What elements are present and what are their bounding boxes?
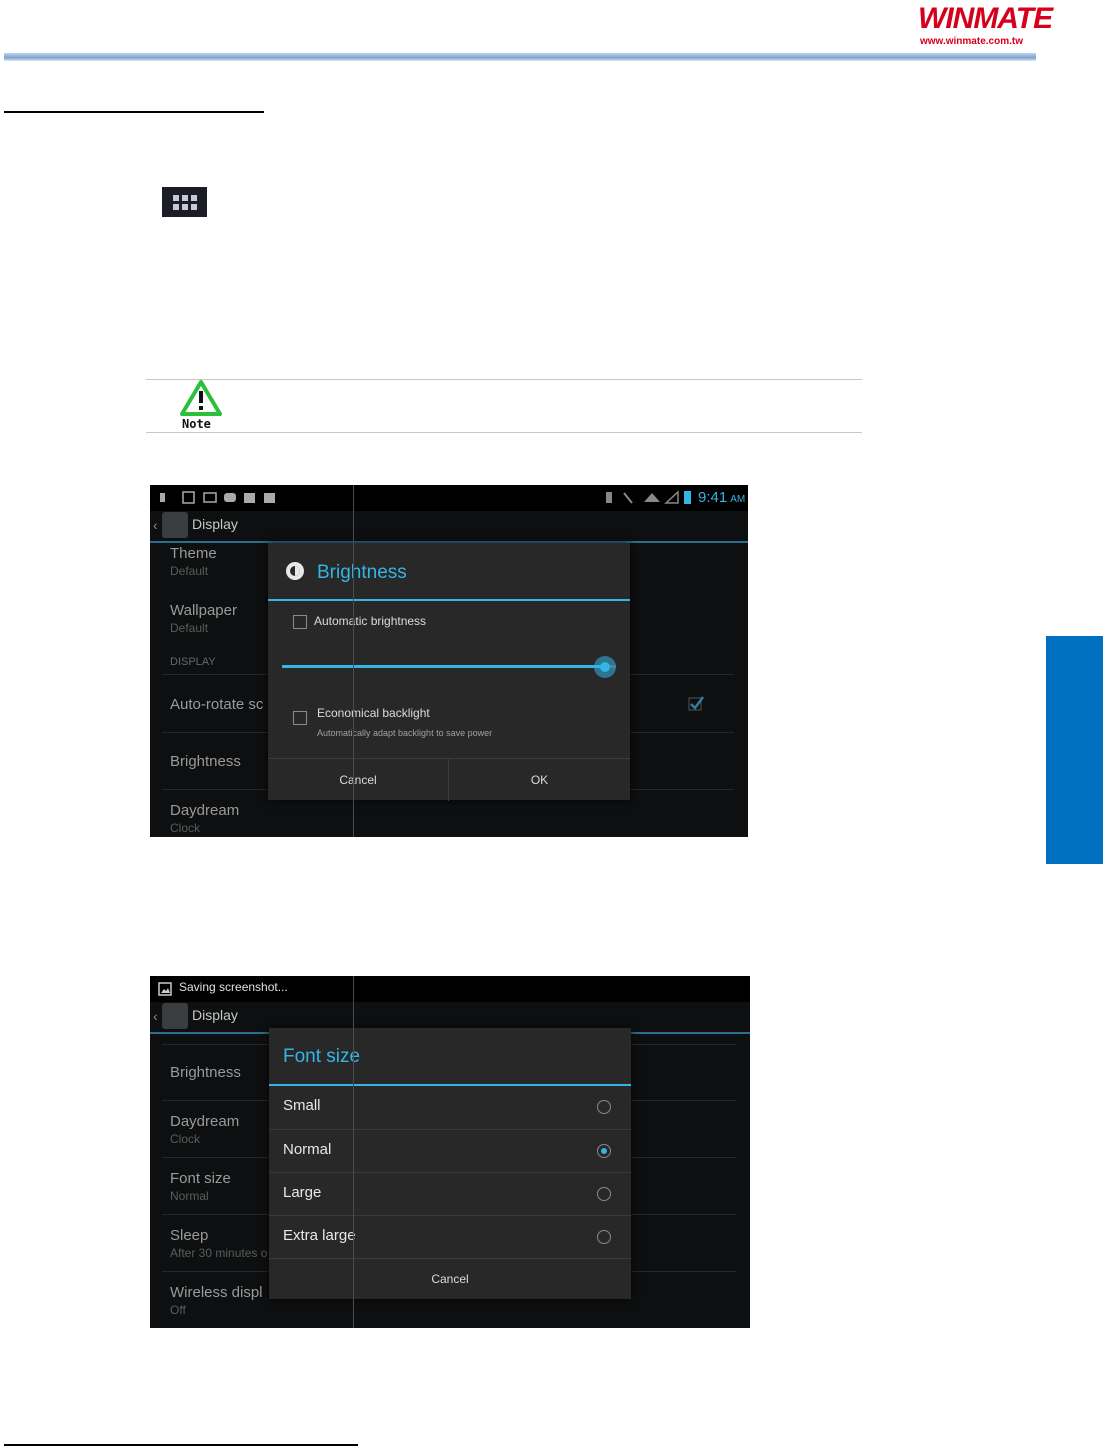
automatic-brightness-checkbox[interactable] [293, 615, 307, 629]
app-drawer-icon [162, 187, 207, 217]
note-rule-bottom [146, 432, 862, 433]
status-time: 9:41 AM [698, 489, 746, 506]
status-bar: Saving screenshot... [150, 976, 750, 1002]
system-status-icons [606, 490, 691, 504]
setting-daydream[interactable]: Daydream Clock [170, 1113, 239, 1146]
radio-small[interactable] [597, 1100, 611, 1114]
winmate-url: www.winmate.com.tw [920, 36, 1023, 47]
screen-guide-line [353, 976, 354, 1328]
settings-app-icon [162, 512, 188, 538]
action-bar-title: Display [192, 516, 238, 532]
setting-sleep[interactable]: Sleep After 30 minutes o [170, 1227, 267, 1260]
notification-icons [160, 491, 275, 504]
status-text: Saving screenshot... [179, 980, 288, 994]
slider-thumb[interactable] [594, 656, 616, 678]
radio-extra-large[interactable] [597, 1230, 611, 1244]
font-option-extra-large[interactable]: Extra large [269, 1215, 631, 1259]
setting-theme[interactable]: Theme Default [170, 545, 217, 578]
radio-large[interactable] [597, 1187, 611, 1201]
cancel-button[interactable]: Cancel [269, 1258, 631, 1300]
font-size-dialog: Font size Small Normal Large Extra large… [269, 1028, 631, 1299]
back-chevron-icon[interactable]: ‹ [153, 1008, 158, 1024]
screenshot-notification-icon [158, 982, 172, 996]
winmate-logo: WINMATE [918, 2, 1053, 35]
font-size-screenshot: Saving screenshot... ‹ Display Brightnes… [150, 976, 750, 1328]
ok-button[interactable]: OK [449, 758, 630, 801]
automatic-brightness-label: Automatic brightness [314, 614, 427, 628]
category-display: DISPLAY [170, 656, 216, 668]
setting-wireless-display[interactable]: Wireless displ Off [170, 1284, 263, 1317]
svg-text:Note: Note [182, 417, 211, 430]
section-rule-top [4, 111, 264, 113]
note-rule-top [146, 379, 862, 380]
font-option-normal[interactable]: Normal [269, 1129, 631, 1173]
cancel-button[interactable]: Cancel [268, 758, 449, 801]
brightness-slider[interactable] [282, 656, 616, 678]
setting-brightness[interactable]: Brightness [170, 753, 241, 770]
economical-backlight-checkbox[interactable] [293, 711, 307, 725]
auto-rotate-checkbox-icon[interactable] [688, 695, 704, 711]
status-bar: 9:41 AM [150, 485, 748, 511]
brightness-screenshot: 9:41 AM ‹ Display Theme Default Wallpaper D… [150, 485, 748, 837]
economical-backlight-summary: Automatically adapt backlight to save po… [317, 728, 493, 738]
setting-auto-rotate[interactable]: Auto-rotate sc [170, 696, 263, 713]
header-bar [4, 53, 1036, 61]
note-warning-icon: Note [180, 380, 222, 430]
brightness-dialog: Brightness Automatic brightness Economic… [268, 543, 630, 801]
setting-wallpaper[interactable]: Wallpaper Default [170, 602, 237, 635]
dialog-title: Brightness [317, 562, 407, 583]
radio-normal[interactable] [597, 1144, 611, 1158]
dialog-title: Font size [283, 1046, 361, 1067]
setting-daydream[interactable]: Daydream Clock [170, 802, 239, 835]
slider-fill [282, 665, 605, 668]
action-bar: ‹ Display [150, 511, 748, 541]
font-option-small[interactable]: Small [269, 1086, 631, 1129]
action-bar-title: Display [192, 1007, 238, 1023]
screen-guide-line [353, 485, 354, 837]
economical-backlight-label: Economical backlight [317, 706, 430, 720]
section-rule-bottom [4, 1444, 358, 1446]
font-option-large[interactable]: Large [269, 1172, 631, 1216]
brightness-icon [286, 562, 304, 580]
setting-brightness[interactable]: Brightness [170, 1064, 241, 1081]
setting-font-size[interactable]: Font size Normal [170, 1170, 231, 1203]
settings-app-icon [162, 1003, 188, 1029]
dialog-title-divider [268, 599, 630, 601]
chapter-side-tab [1046, 636, 1103, 864]
back-chevron-icon[interactable]: ‹ [153, 517, 158, 533]
